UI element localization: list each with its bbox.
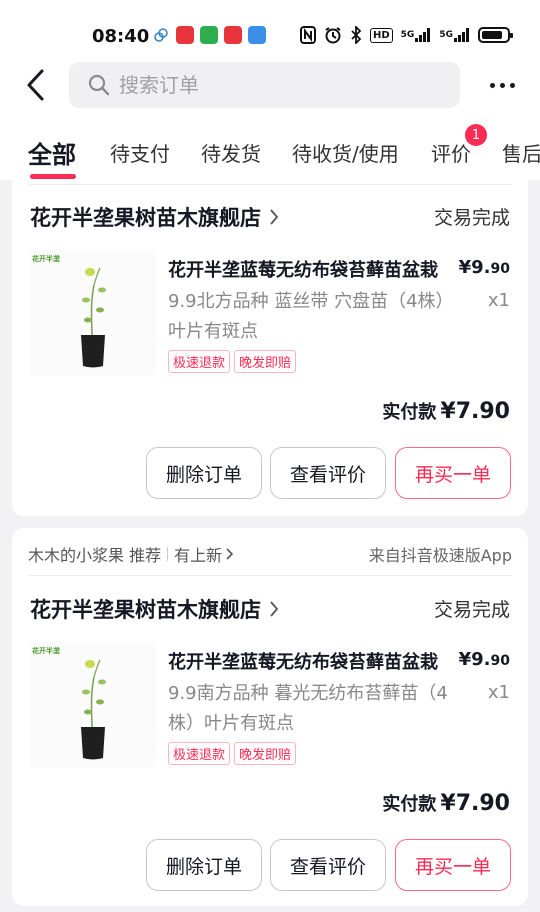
notification-icons — [152, 26, 266, 44]
tag-late-compensation: 晚发即赔 — [234, 350, 297, 373]
paid-label: 实付款 — [382, 794, 437, 815]
nfc-icon — [300, 26, 316, 44]
chevron-right-icon — [270, 601, 279, 617]
paid-label: 实付款 — [382, 402, 437, 423]
order-status: 交易完成 — [433, 599, 510, 621]
signal-5g-icon: 5G — [401, 26, 432, 44]
delete-order-button[interactable]: 删除订单 — [146, 447, 262, 499]
divider — [167, 547, 169, 561]
order-card: 木木的小浆果 推荐 有上新 来自抖音极速版App 花开半垄果树苗木旗舰店 交易完… — [12, 528, 528, 906]
status-time: 08:40 — [92, 26, 150, 47]
order-tabs: 全部 待支付 待发货 待收货/使用 评价 售后 — [0, 132, 540, 180]
paid-value: ¥7.90 — [440, 791, 510, 816]
product-image[interactable]: 花开半垄 — [30, 642, 156, 768]
source-recommender: 木木的小浆果 推荐 — [28, 546, 162, 565]
dot-icon — [509, 82, 515, 88]
buy-again-button[interactable]: 再买一单 — [395, 839, 511, 891]
order-card: 花开半垄果树苗木旗舰店 交易完成 花开半垄 花开半垄蓝莓无纺布袋苔藓苗盆栽 ¥9… — [12, 180, 528, 516]
tab-review[interactable]: 评价 — [431, 138, 471, 167]
shop-name: 花开半垄果树苗木旗舰店 — [30, 598, 261, 622]
delete-order-button[interactable]: 删除订单 — [146, 839, 262, 891]
product-quantity: x1 — [487, 290, 510, 311]
alarm-icon — [325, 27, 341, 44]
back-button[interactable] — [22, 68, 52, 102]
view-review-button[interactable]: 查看评价 — [270, 839, 386, 891]
product-title[interactable]: 花开半垄蓝莓无纺布袋苔藓苗盆栽 — [168, 648, 448, 674]
source-info[interactable]: 木木的小浆果 推荐 有上新 — [28, 542, 235, 566]
dot-icon — [499, 82, 505, 88]
shop-logo-icon: 花开半垄 — [32, 255, 60, 263]
chevron-right-icon — [270, 209, 279, 225]
product-spec: 9.9南方品种 暮光无纺布苔藓苗（4株）叶片有斑点 — [168, 683, 448, 734]
dot-icon — [489, 82, 495, 88]
review-badge: 1 — [465, 124, 487, 146]
view-review-button[interactable]: 查看评价 — [270, 447, 386, 499]
chevron-left-icon — [27, 69, 44, 101]
source-app: 来自抖音极速版App — [368, 546, 512, 565]
paid-amount: 实付款 ¥7.90 — [382, 398, 510, 424]
tab-all[interactable]: 全部 — [28, 135, 76, 170]
more-options-button[interactable] — [484, 74, 520, 96]
bluetooth-icon — [351, 26, 362, 44]
service-tags: 极速退款 晚发即赔 — [168, 350, 297, 373]
tag-late-compensation: 晚发即赔 — [234, 742, 297, 765]
tag-fast-refund: 极速退款 — [168, 350, 231, 373]
hd-icon: HD — [370, 27, 393, 43]
search-bar[interactable] — [69, 62, 460, 108]
system-icons: HD 5G 5G — [300, 26, 513, 44]
chevron-right-icon — [226, 548, 234, 560]
deal-app-icon — [224, 26, 242, 44]
tab-after-sales[interactable]: 售后 — [502, 138, 540, 167]
shop-logo-icon: 花开半垄 — [32, 647, 60, 655]
product-image[interactable]: 花开半垄 — [30, 250, 156, 376]
divider — [28, 575, 512, 576]
shop-name: 花开半垄果树苗木旗舰店 — [30, 206, 261, 230]
paid-amount: 实付款 ¥7.90 — [382, 790, 510, 816]
source-new-arrivals: 有上新 — [174, 546, 223, 565]
shop-name-link[interactable]: 花开半垄果树苗木旗舰店 — [30, 202, 279, 232]
product-title[interactable]: 花开半垄蓝莓无纺布袋苔藓苗盆栽 — [168, 256, 448, 282]
search-icon — [88, 74, 110, 96]
product-spec: 9.9北方品种 蓝丝带 穴盘苗（4株）叶片有斑点 — [168, 291, 454, 342]
signal-5g-icon-2: 5G — [439, 26, 470, 44]
buy-again-button[interactable]: 再买一单 — [395, 447, 511, 499]
battery-icon — [477, 27, 513, 43]
order-status: 交易完成 — [433, 207, 510, 229]
product-price: ¥9.90 — [458, 649, 510, 670]
shop-name-link[interactable]: 花开半垄果树苗木旗舰店 — [30, 594, 279, 624]
plant-image-icon — [81, 659, 106, 760]
tag-fast-refund: 极速退款 — [168, 742, 231, 765]
weather-app-icon — [248, 26, 266, 44]
tab-pending-shipment[interactable]: 待发货 — [201, 138, 261, 167]
cloud-icon — [152, 26, 170, 44]
top-bar: 08:40 HD 5G 5G 搜索订单 全部 待支付 待发货 待收货/使用 评价… — [0, 0, 540, 180]
tab-pending-receipt[interactable]: 待收货/使用 — [292, 138, 399, 167]
grocery-app-icon — [200, 26, 218, 44]
tab-pending-payment[interactable]: 待支付 — [110, 138, 170, 167]
service-tags: 极速退款 晚发即赔 — [168, 742, 297, 765]
active-tab-indicator — [30, 174, 76, 179]
paid-value: ¥7.90 — [440, 399, 510, 424]
product-price: ¥9.90 — [458, 257, 510, 278]
shopping-app-icon — [176, 26, 194, 44]
divider — [28, 184, 512, 185]
search-input[interactable] — [119, 73, 419, 97]
plant-image-icon — [81, 267, 106, 368]
status-bar: 08:40 HD 5G 5G — [0, 18, 540, 54]
product-quantity: x1 — [487, 682, 510, 703]
